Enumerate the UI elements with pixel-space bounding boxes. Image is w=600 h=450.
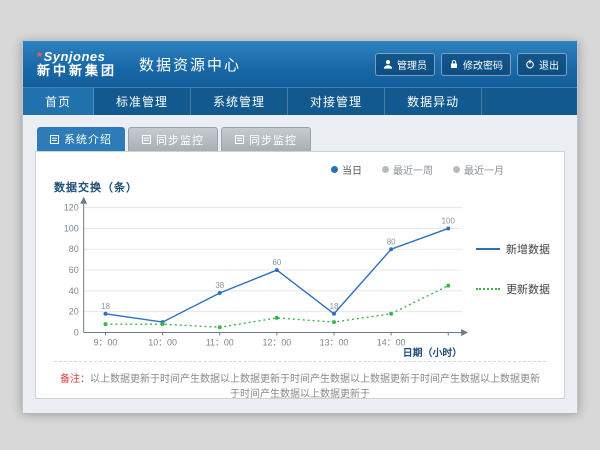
footnote-text: 以上数据更新于时间产生数据以上数据更新于时间产生数据以上数据更新于时间产生数据以… <box>90 374 540 399</box>
change-password-button[interactable]: 修改密码 <box>441 53 511 76</box>
nav-item-home[interactable]: 首页 <box>23 88 94 115</box>
svg-text:14：00: 14：00 <box>377 337 406 347</box>
tab-sync-monitor-1-label: 同步监控 <box>156 132 204 148</box>
tab-system-intro[interactable]: 系统介绍 <box>37 127 125 151</box>
svg-text:0: 0 <box>74 327 79 337</box>
chart-row: 0 20 40 60 80 100 120 9：00 10：00 11：00 12：00 13：00 1… <box>50 195 550 359</box>
period-today-label: 当日 <box>342 162 362 177</box>
svg-text:13：00: 13：00 <box>320 337 349 347</box>
period-today[interactable]: 当日 <box>331 162 362 177</box>
tab-sync-monitor-2[interactable]: 同步监控 <box>221 127 311 151</box>
svg-text:60: 60 <box>69 265 79 275</box>
change-password-label: 修改密码 <box>463 57 503 72</box>
svg-text:9：00: 9：00 <box>94 337 118 347</box>
legend-update-data-line-icon <box>476 288 500 290</box>
period-last-week-dot-icon <box>382 166 389 173</box>
panel-icon <box>235 135 244 144</box>
legend-new-data-line-icon <box>476 248 500 250</box>
legend-new-data-label: 新增数据 <box>506 241 550 257</box>
nav-item-standard-mgmt[interactable]: 标准管理 <box>94 88 191 115</box>
main-nav: 首页 标准管理 系统管理 对接管理 数据异动 <box>23 87 577 115</box>
footnote-label: 备注： <box>60 374 90 385</box>
svg-text:10：00: 10：00 <box>148 337 177 347</box>
svg-text:80: 80 <box>387 237 396 246</box>
logo-company: 新中新集团 <box>37 64 117 78</box>
app-header: *Synjones 新中新集团 数据资源中心 管理员 修改密码 退出 <box>23 41 577 87</box>
page-title: 数据资源中心 <box>139 54 241 75</box>
svg-text:40: 40 <box>69 286 79 296</box>
nav-item-data-change[interactable]: 数据异动 <box>385 88 482 115</box>
tab-bar: 系统介绍 同步监控 同步监控 <box>37 127 565 151</box>
period-legend: 当日 最近一周 最近一月 <box>50 162 550 177</box>
note-divider <box>54 361 546 362</box>
chart-panel: 当日 最近一周 最近一月 数据交换（条） 0 20 40 60 80 100 120 9：00… <box>35 151 565 399</box>
logout-label: 退出 <box>539 57 559 72</box>
panel-icon <box>50 135 59 144</box>
svg-text:18: 18 <box>101 302 110 311</box>
nav-item-integration-mgmt[interactable]: 对接管理 <box>288 88 385 115</box>
app-window: *Synjones 新中新集团 数据资源中心 管理员 修改密码 退出 首页 标准… <box>22 40 578 412</box>
chart-y-axis-title: 数据交换（条） <box>54 179 550 195</box>
svg-text:20: 20 <box>69 307 79 317</box>
lock-icon <box>449 59 459 69</box>
admin-user-button[interactable]: 管理员 <box>375 53 435 76</box>
svg-text:18: 18 <box>330 302 339 311</box>
logo-brand: *Synjones <box>37 50 117 64</box>
logo-brand-text: Synjones <box>44 49 106 64</box>
svg-text:80: 80 <box>69 244 79 254</box>
period-last-month-label: 最近一月 <box>464 162 504 177</box>
logo-star-icon: * <box>37 49 43 64</box>
svg-text:120: 120 <box>64 203 79 213</box>
period-last-month[interactable]: 最近一月 <box>453 162 504 177</box>
logout-button[interactable]: 退出 <box>517 53 567 76</box>
period-last-week-label: 最近一周 <box>393 162 433 177</box>
admin-user-label: 管理员 <box>397 57 427 72</box>
period-last-month-dot-icon <box>453 166 460 173</box>
power-icon <box>525 59 535 69</box>
legend-new-data[interactable]: 新增数据 <box>476 241 550 257</box>
tab-sync-monitor-1[interactable]: 同步监控 <box>128 127 218 151</box>
svg-text:日期（小时）: 日期（小时） <box>403 346 462 359</box>
period-today-dot-icon <box>331 166 338 173</box>
svg-text:100: 100 <box>442 217 456 226</box>
period-last-week[interactable]: 最近一周 <box>382 162 433 177</box>
svg-text:38: 38 <box>215 281 224 290</box>
svg-text:60: 60 <box>272 258 281 267</box>
svg-text:12：00: 12：00 <box>263 337 292 347</box>
svg-text:11：00: 11：00 <box>206 337 234 347</box>
footnote: 备注：以上数据更新于时间产生数据以上数据更新于时间产生数据以上数据更新于时间产生… <box>50 372 550 399</box>
tab-sync-monitor-2-label: 同步监控 <box>249 132 297 148</box>
legend-update-data[interactable]: 更新数据 <box>476 281 550 297</box>
header-actions: 管理员 修改密码 退出 <box>375 53 567 76</box>
tab-system-intro-label: 系统介绍 <box>64 131 112 147</box>
content-area: 系统介绍 同步监控 同步监控 当日 最近一周 <box>23 115 577 413</box>
svg-text:100: 100 <box>64 223 79 233</box>
logo: *Synjones 新中新集团 <box>37 50 117 79</box>
nav-item-system-mgmt[interactable]: 系统管理 <box>191 88 288 115</box>
panel-icon <box>142 135 151 144</box>
series-legend: 新增数据 更新数据 <box>476 195 550 297</box>
user-icon <box>383 59 393 69</box>
legend-update-data-label: 更新数据 <box>506 281 550 297</box>
data-exchange-line-chart: 0 20 40 60 80 100 120 9：00 10：00 11：00 12：00 13：00 1… <box>50 195 476 359</box>
